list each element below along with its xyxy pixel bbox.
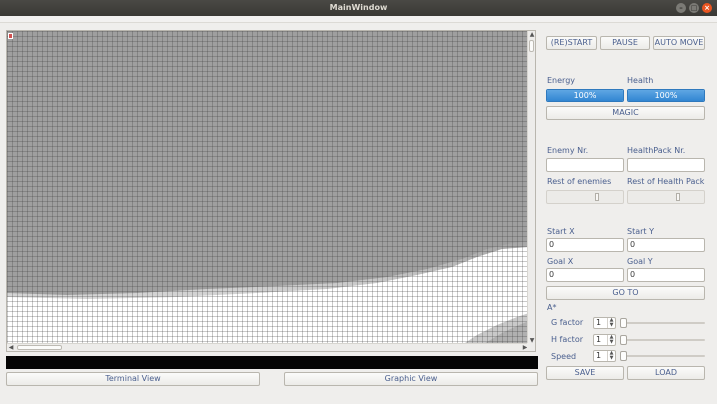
goal-x-label: Goal X [547, 257, 574, 266]
magic-button[interactable]: MAGIC [546, 106, 705, 120]
h-factor-slider-groove [620, 339, 705, 341]
auto-move-button[interactable]: AUTO MOVE [653, 36, 705, 50]
speed-slider[interactable] [620, 351, 705, 361]
terminal-output[interactable] [6, 356, 538, 369]
g-factor-slider[interactable] [620, 318, 705, 328]
start-x-label: Start X [547, 227, 575, 236]
terminal-view-button[interactable]: Terminal View [6, 372, 260, 386]
g-factor-label: G factor [551, 318, 584, 327]
start-y-label: Start Y [627, 227, 654, 236]
energy-bar: 100% [546, 89, 624, 102]
start-x-field[interactable]: 0 [546, 238, 624, 252]
rest-enemies-slider [546, 190, 624, 204]
speed-label: Speed [551, 352, 577, 361]
save-button[interactable]: SAVE [546, 366, 624, 380]
healthpack-nr-field[interactable] [627, 158, 705, 172]
goal-y-label: Goal Y [627, 257, 653, 266]
healthpack-nr-label: HealthPack Nr. [627, 146, 686, 155]
enemy-nr-label: Enemy Nr. [547, 146, 589, 155]
maximize-icon[interactable]: □ [689, 3, 699, 13]
h-factor-spinbox[interactable]: 1 ▲ ▼ [593, 334, 616, 346]
go-to-button[interactable]: GO TO [546, 286, 705, 300]
rest-healthpack-label: Rest of Health Pack [627, 177, 705, 186]
g-factor-value: 1 [596, 318, 602, 327]
g-factor-slider-groove [620, 322, 705, 324]
spin-arrows-icon[interactable]: ▲ ▼ [607, 318, 615, 328]
vertical-scrollbar[interactable]: ▲ ▼ [527, 31, 535, 345]
pause-button[interactable]: PAUSE [600, 36, 650, 50]
rest-healthpack-slider-handle [676, 193, 680, 201]
h-factor-label: H factor [551, 335, 583, 344]
terrain-svg [7, 31, 529, 345]
h-factor-slider[interactable] [620, 335, 705, 345]
rest-enemies-slider-handle [595, 193, 599, 201]
speed-slider-handle[interactable] [620, 351, 627, 361]
menu-bar [0, 16, 717, 23]
spin-arrows-icon[interactable]: ▲ ▼ [607, 335, 615, 345]
vertical-scroll-thumb[interactable] [529, 40, 534, 52]
horizontal-scrollbar[interactable]: ◀ ▶ [7, 343, 529, 351]
goal-x-field[interactable]: 0 [546, 268, 624, 282]
rest-healthpack-slider [627, 190, 705, 204]
speed-value: 1 [596, 351, 602, 360]
g-factor-spinbox[interactable]: 1 ▲ ▼ [593, 317, 616, 329]
graphic-scene[interactable]: ▲ ▼ ◀ ▶ [6, 30, 536, 352]
window-title: MainWindow [329, 3, 388, 12]
horizontal-scroll-thumb[interactable] [17, 345, 62, 350]
astar-label: A* [547, 303, 557, 312]
window-controls: – □ × [676, 3, 712, 13]
speed-spinbox[interactable]: 1 ▲ ▼ [593, 350, 616, 362]
spin-arrows-icon[interactable]: ▲ ▼ [607, 351, 615, 361]
goal-y-field[interactable]: 0 [627, 268, 705, 282]
g-factor-slider-handle[interactable] [620, 318, 627, 328]
scroll-up-icon[interactable]: ▲ [528, 31, 535, 39]
graphic-view-button[interactable]: Graphic View [284, 372, 538, 386]
h-factor-value: 1 [596, 335, 602, 344]
scroll-corner [527, 343, 535, 351]
speed-slider-groove [620, 355, 705, 357]
close-icon[interactable]: × [702, 3, 712, 13]
protagonist-icon [8, 33, 13, 39]
energy-label: Energy [547, 76, 576, 85]
health-value: 100% [654, 91, 678, 100]
world-map[interactable] [7, 31, 529, 345]
energy-value: 100% [573, 91, 597, 100]
h-factor-slider-handle[interactable] [620, 335, 627, 345]
title-bar: MainWindow – □ × [0, 0, 717, 16]
health-label: Health [627, 76, 654, 85]
scroll-left-icon[interactable]: ◀ [7, 344, 15, 351]
rest-enemies-label: Rest of enemies [547, 177, 612, 186]
minimize-icon[interactable]: – [676, 3, 686, 13]
load-button[interactable]: LOAD [627, 366, 705, 380]
start-y-field[interactable]: 0 [627, 238, 705, 252]
enemy-nr-field[interactable] [546, 158, 624, 172]
restart-button[interactable]: (RE)START [546, 36, 597, 50]
health-bar: 100% [627, 89, 705, 102]
